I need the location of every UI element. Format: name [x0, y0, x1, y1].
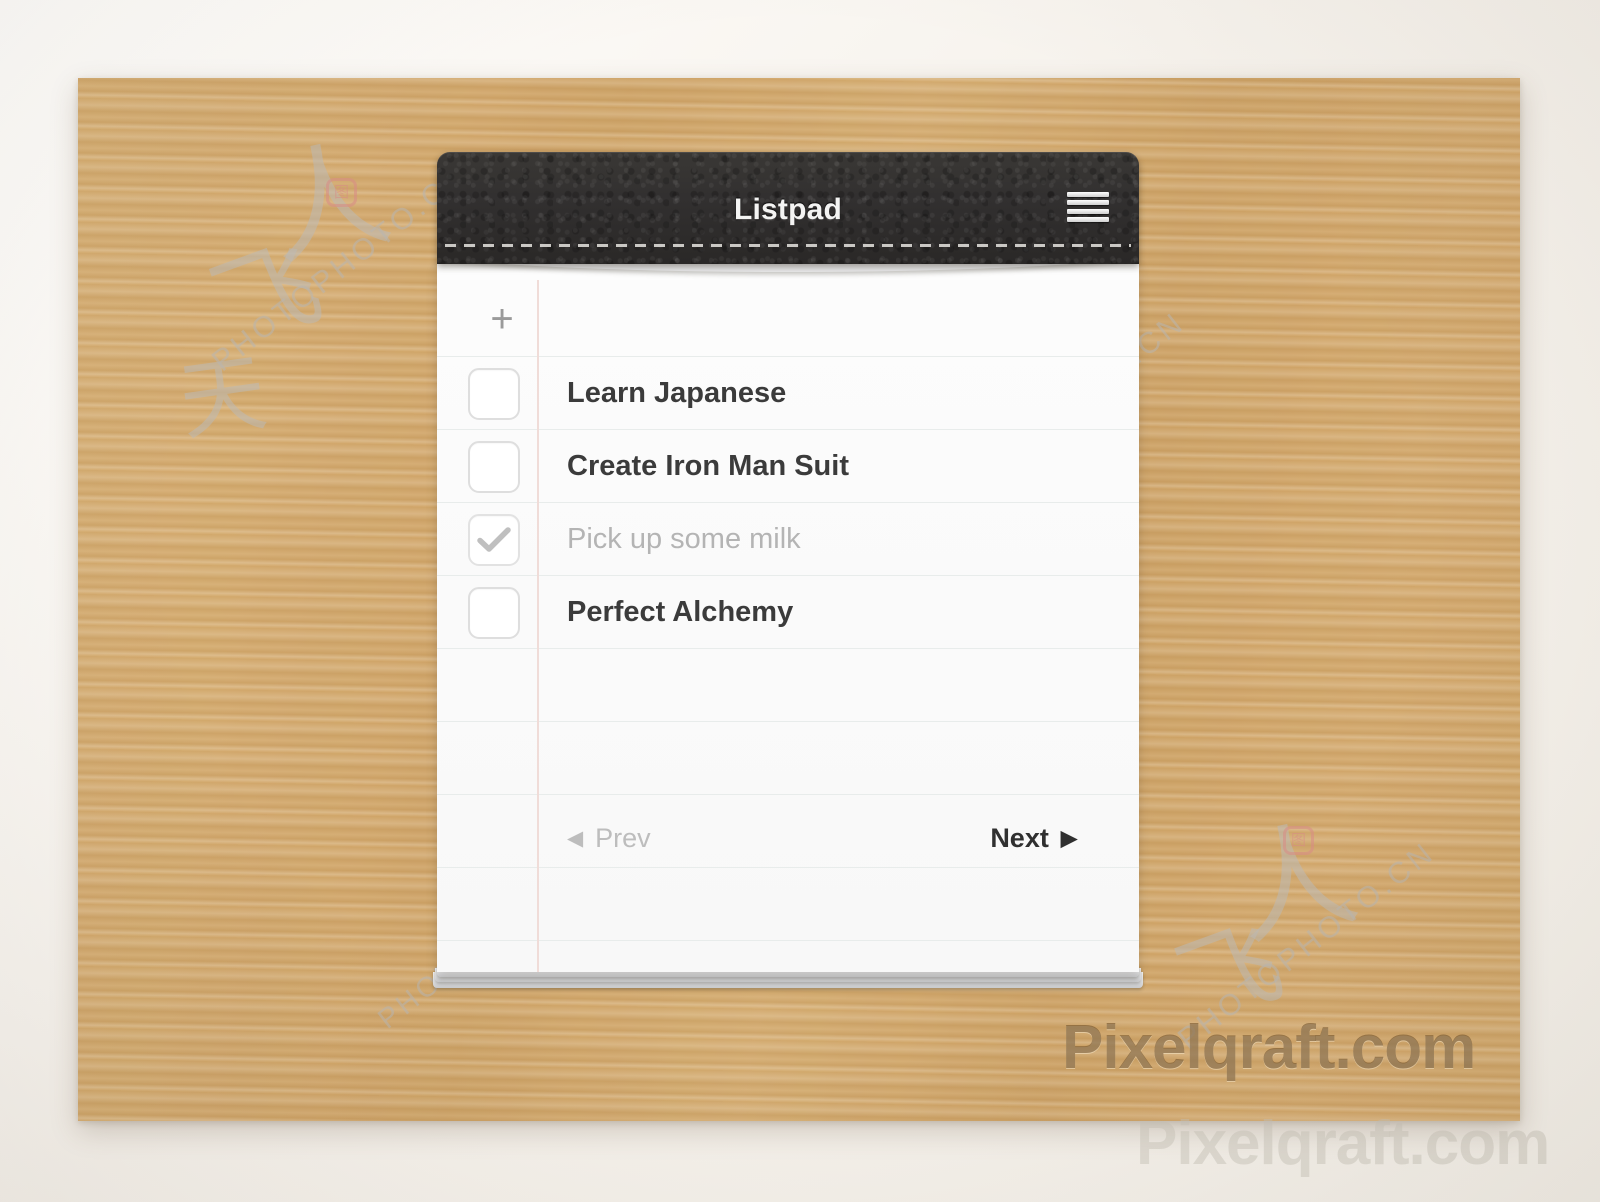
task-checkbox-unchecked[interactable]	[468, 586, 520, 639]
task-row[interactable]: Perfect Alchemy	[437, 576, 1139, 649]
menu-bar	[1067, 192, 1109, 197]
app-title: Listpad	[733, 193, 843, 226]
prev-page-button[interactable]: ◀ Prev	[567, 823, 651, 854]
torn-paper-edge	[437, 264, 1139, 280]
app-header-bar: Listpad	[437, 152, 1139, 264]
checkmark-icon	[477, 526, 511, 552]
triangle-left-icon: ◀	[567, 827, 584, 850]
task-checkbox-unchecked[interactable]	[468, 440, 520, 493]
task-label: Pick up some milk	[567, 523, 801, 555]
hamburger-menu-icon[interactable]	[1067, 190, 1109, 224]
task-label: Create Iron Man Suit	[567, 450, 849, 482]
task-list: Learn Japanese Create Iron Man Suit Pick…	[437, 357, 1139, 649]
notepad-paper: + Learn Japanese Create Iron Man Suit Pi…	[437, 264, 1139, 972]
listpad-notepad: + Learn Japanese Create Iron Man Suit Pi…	[433, 152, 1143, 988]
task-row[interactable]: Learn Japanese	[437, 357, 1139, 430]
add-task-row: +	[437, 284, 1139, 357]
stitching-line	[445, 244, 1131, 247]
next-page-button[interactable]: Next ▶	[990, 823, 1077, 854]
triangle-right-icon: ▶	[1060, 827, 1077, 850]
task-row[interactable]: Create Iron Man Suit	[437, 430, 1139, 503]
task-checkbox-checked[interactable]	[468, 513, 520, 566]
add-task-button[interactable]: +	[467, 284, 537, 357]
prev-page-label: Prev	[595, 823, 651, 853]
next-page-label: Next	[990, 823, 1049, 853]
brand-engraving-text: Pixelqraft.com	[1062, 1013, 1476, 1082]
task-label: Perfect Alchemy	[567, 596, 794, 628]
pagination-footer: ◀ Prev Next ▶	[437, 802, 1139, 875]
menu-bar	[1067, 216, 1109, 222]
plus-icon: +	[490, 296, 514, 341]
task-row[interactable]: Pick up some milk	[437, 503, 1139, 576]
menu-bar	[1067, 208, 1109, 214]
menu-bar	[1067, 200, 1109, 206]
task-checkbox-unchecked[interactable]	[468, 367, 520, 420]
brand-ghost-text: Pixelqraft.com	[1136, 1109, 1550, 1178]
task-label: Learn Japanese	[567, 377, 787, 409]
